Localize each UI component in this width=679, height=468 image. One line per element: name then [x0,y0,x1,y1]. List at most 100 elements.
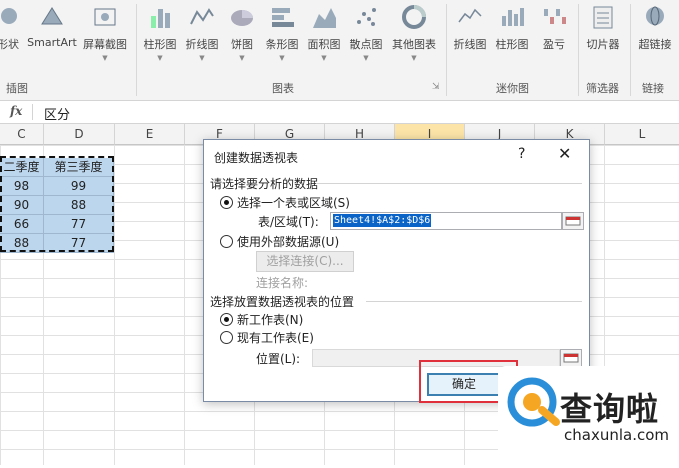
other-charts-icon [401,4,427,30]
table-cell[interactable]: 88 [0,234,44,253]
sparkline-column-button[interactable]: 柱形图 [492,4,532,52]
column-chart-icon [147,4,173,30]
group-sparklines: 迷你图 [496,82,529,95]
group-links: 链接 [642,82,664,95]
function-icon[interactable]: fx [10,104,22,118]
table-cell[interactable]: 98 [0,177,44,196]
sparkline-column-label: 柱形图 [495,38,529,51]
location-label: 位置(L): [256,352,301,366]
column-header-c[interactable]: C [0,124,44,145]
ribbon: 形状 SmartArt 屏幕截图 ▼ 柱形图 ▼ 折线图 ▼ 饼图 ▼ 条形图 … [0,0,679,101]
shapes-label: 形状 [0,38,19,51]
chevron-down-icon: ▼ [279,54,285,62]
radio-new-worksheet-label[interactable]: 新工作表(N) [237,311,303,328]
grid-line [184,145,185,465]
table-header-cell[interactable]: 第三季度 [44,158,114,177]
group-illustrations: 插图 [6,82,28,95]
chevron-down-icon: ▼ [411,54,417,62]
area-chart-icon [311,4,337,30]
ribbon-separator [578,4,579,96]
ribbon-separator [446,4,447,96]
other-charts-button[interactable]: 其他图表 ▼ [388,4,440,62]
scatter-chart-label: 散点图 [349,38,383,51]
sparkline-column-icon [499,4,525,30]
choose-connection-button[interactable]: 选择连接(C)... [256,251,354,272]
screenshot-label: 屏幕截图 [83,38,127,51]
radio-external-source[interactable] [220,235,233,248]
hyperlink-label: 超链接 [638,38,672,51]
range-input[interactable]: Sheet4!$A$2:$D$6 [330,212,562,230]
scatter-chart-button[interactable]: 散点图 ▼ [346,4,386,62]
watermark: 查询啦 chaxunla.com [498,366,679,465]
shapes-button[interactable]: 形状 [0,4,26,52]
table-cell[interactable]: 77 [44,234,114,253]
table-cell[interactable]: 77 [44,215,114,234]
formula-separator [32,104,33,120]
watermark-brand: 查询啦 [560,390,660,428]
line-chart-icon [189,4,215,30]
table-header-cell[interactable]: 二季度 [0,158,44,177]
bar-chart-icon [269,4,295,30]
smartart-button[interactable]: SmartArt [26,4,78,49]
win-loss-button[interactable]: 盈亏 [536,4,572,52]
shapes-icon [0,4,21,30]
screenshot-button[interactable]: 屏幕截图 ▼ [82,4,128,62]
line-chart-button[interactable]: 折线图 ▼ [182,4,222,62]
ribbon-separator [136,4,137,96]
table-cell[interactable]: 88 [44,196,114,215]
radio-select-table-label[interactable]: 选择一个表或区域(S) [237,194,350,211]
radio-new-worksheet[interactable] [220,313,233,326]
watermark-url: chaxunla.com [564,426,669,444]
sparkline-line-label: 折线图 [453,38,487,51]
range-label: 表/区域(T): [258,215,319,229]
table-cell[interactable]: 99 [44,177,114,196]
smartart-label: SmartArt [27,36,77,49]
radio-existing-worksheet[interactable] [220,331,233,344]
column-chart-label: 柱形图 [143,38,177,51]
other-charts-label: 其他图表 [392,38,436,51]
chevron-down-icon: ▼ [321,54,327,62]
slicer-icon [590,4,616,30]
hyperlink-button[interactable]: 超链接 [634,4,676,52]
chevron-down-icon: ▼ [157,54,163,62]
column-header-d[interactable]: D [44,124,115,145]
radio-existing-worksheet-label[interactable]: 现有工作表(E) [237,329,314,346]
bar-chart-label: 条形图 [265,38,299,51]
sparkline-line-icon [457,4,483,30]
create-pivottable-dialog: 创建数据透视表 ? ✕ 请选择要分析的数据 选择一个表或区域(S) 表/区域(T… [203,139,590,402]
scatter-chart-icon [353,4,379,30]
screenshot-icon [92,4,118,30]
help-icon[interactable]: ? [518,146,525,162]
formula-bar: fx 区分 [0,101,679,124]
pie-chart-button[interactable]: 饼图 ▼ [224,4,260,62]
chevron-down-icon: ▼ [239,54,245,62]
table-cell[interactable]: 66 [0,215,44,234]
slicer-label: 切片器 [586,38,620,51]
radio-select-table[interactable] [220,196,233,209]
formula-input[interactable]: 区分 [44,104,70,123]
bar-chart-button[interactable]: 条形图 ▼ [262,4,302,62]
hyperlink-icon [642,4,668,30]
close-icon[interactable]: ✕ [558,144,571,163]
section-divider [316,183,582,184]
table-cell[interactable]: 90 [0,196,44,215]
grid-line [114,145,115,465]
slicer-button[interactable]: 切片器 [582,4,624,52]
chevron-down-icon: ▼ [102,54,108,62]
ribbon-separator [630,4,631,96]
section-divider [366,301,582,302]
column-header-l[interactable]: L [605,124,679,145]
dialog-launcher-icon[interactable]: ⇲ [432,82,440,92]
sparkline-line-button[interactable]: 折线图 [450,4,490,52]
range-collapse-button[interactable] [562,212,584,230]
connection-name-label: 连接名称: [256,276,309,290]
smartart-icon [39,4,65,30]
area-chart-button[interactable]: 面积图 ▼ [304,4,344,62]
chevron-down-icon: ▼ [363,54,369,62]
radio-external-source-label[interactable]: 使用外部数据源(U) [237,233,339,250]
line-chart-label: 折线图 [185,38,219,51]
column-chart-button[interactable]: 柱形图 ▼ [140,4,180,62]
location-collapse-button[interactable] [560,349,582,367]
column-header-e[interactable]: E [115,124,185,145]
pie-chart-icon [229,4,255,30]
